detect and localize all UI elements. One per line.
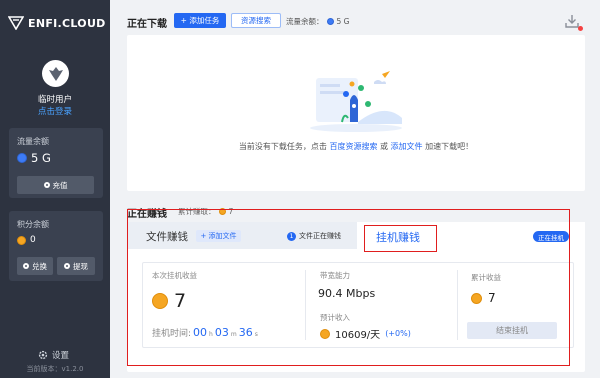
highlight-tab-box — [364, 225, 437, 252]
points-balance-value: 0 — [17, 235, 36, 245]
flow-balance-panel: 流量余额 5 G 充值 — [9, 128, 103, 198]
settings-label: 设置 — [52, 351, 70, 361]
exchange-label: 兑换 — [32, 261, 47, 271]
gear-icon — [38, 350, 48, 360]
user-name: 临时用户 — [37, 95, 72, 105]
flow-balance-value: 5 G — [17, 151, 51, 165]
version-text: 当前版本：v1.2.0 — [26, 365, 84, 373]
withdraw-label: 提现 — [73, 261, 88, 271]
empty-prefix: 当前没有下载任务，点击 — [238, 142, 327, 151]
points-coin-icon — [17, 235, 26, 245]
flow-balance-title: 流量余额 — [17, 137, 49, 146]
add-file-link[interactable]: 添加文件 — [391, 142, 423, 151]
empty-middle: 或 — [380, 142, 388, 151]
brand-logo[interactable]: ENFI.CLOUD — [8, 16, 106, 30]
avatar[interactable] — [42, 60, 69, 87]
recharge-icon — [43, 182, 50, 188]
notification-dot — [578, 26, 583, 31]
exchange-icon — [23, 263, 29, 269]
flow-inline-label: 流量余额： — [286, 17, 324, 26]
login-link[interactable]: 点击登录 — [0, 105, 110, 117]
withdraw-icon — [64, 263, 70, 269]
downloading-title: 正在下载 — [127, 19, 167, 30]
empty-rocket-illustration — [310, 71, 402, 132]
flow-balance-inline: 流量余额： 5 G — [286, 16, 349, 27]
flow-coin-icon — [17, 153, 27, 163]
withdraw-button[interactable]: 提现 — [57, 257, 95, 275]
recharge-label: 充值 — [52, 180, 68, 190]
brand-name: ENFI.CLOUD — [28, 16, 106, 30]
empty-suffix: 加速下载吧！ — [425, 142, 474, 151]
empty-download-message: 当前没有下载任务，点击 百度资源搜索 或 添加文件 加速下载吧！ — [127, 141, 585, 152]
highlight-box — [127, 209, 570, 366]
logo-icon — [8, 16, 24, 30]
add-task-button[interactable]: + 添加任务 — [174, 13, 226, 28]
flow-inline-value: 5 G — [336, 17, 350, 26]
sidebar: ENFI.CLOUD 临时用户 点击登录 流量余额 5 G 充值 积分余额 0 … — [0, 0, 110, 378]
points-balance-panel: 积分余额 0 兑换 提现 — [9, 211, 103, 281]
points-balance-title: 积分余额 — [17, 220, 49, 229]
flow-balance-text: 5 G — [31, 151, 51, 165]
settings-button[interactable]: 设置 — [38, 349, 69, 361]
baidu-search-link[interactable]: 百度资源搜索 — [329, 142, 377, 151]
exchange-button[interactable]: 兑换 — [17, 257, 53, 275]
avatar-icon — [48, 66, 63, 81]
resource-search-button[interactable]: 资源搜索 — [231, 13, 281, 28]
points-balance-text: 0 — [30, 235, 36, 245]
recharge-button[interactable]: 充值 — [17, 176, 94, 194]
flow-inline-coin-icon — [326, 18, 334, 25]
